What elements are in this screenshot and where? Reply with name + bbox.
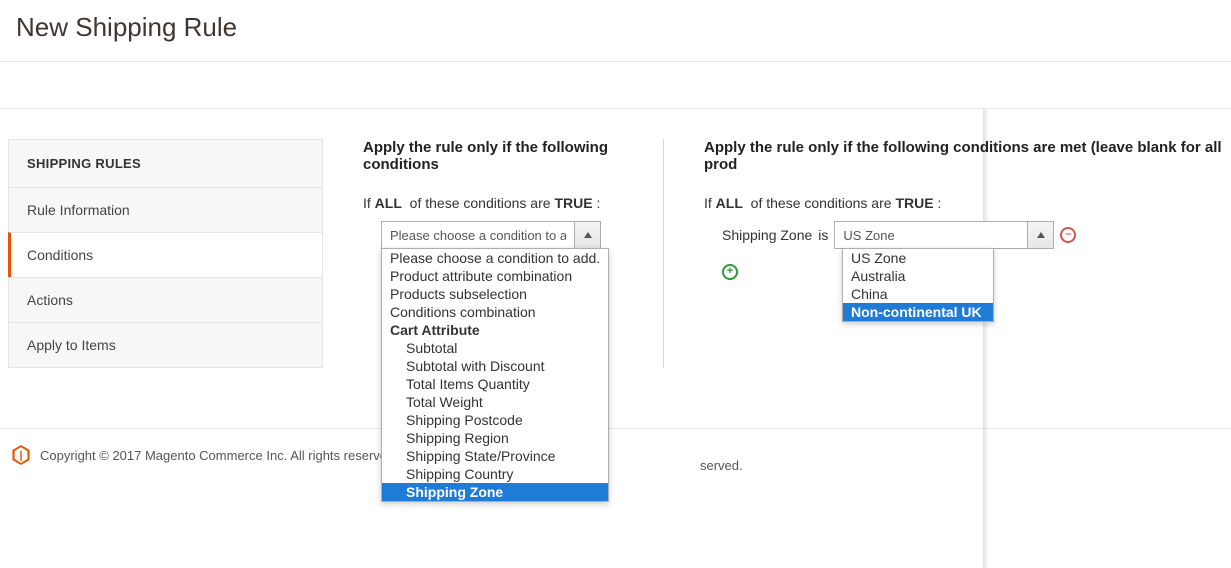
condition-operator[interactable]: is [818, 227, 828, 243]
cond-prefix: If [704, 195, 712, 211]
cond-mid: of these conditions are [751, 195, 892, 211]
dropdown-option[interactable]: Australia [843, 267, 993, 285]
chevron-up-icon [584, 232, 592, 238]
magento-logo-icon [12, 445, 30, 465]
condition-summary-left: If ALL of these conditions are TRUE : [363, 195, 663, 211]
sidebar-item-rule-information[interactable]: Rule Information [9, 187, 322, 232]
cond-all-toggle[interactable]: ALL [375, 195, 402, 211]
dropdown-option[interactable]: US Zone [843, 249, 993, 267]
zone-select-toggle[interactable] [1028, 221, 1054, 249]
sidebar-title: SHIPPING RULES [9, 140, 322, 187]
toolbar-spacer [0, 61, 1231, 109]
cond-prefix: If [363, 195, 371, 211]
conditions-panel-left: Apply the rule only if the following con… [323, 139, 663, 368]
condition-dropdown: Please choose a condition to add.Product… [381, 248, 609, 502]
condition-attribute[interactable]: Shipping Zone [722, 227, 812, 243]
sidebar: SHIPPING RULES Rule Information Conditio… [8, 139, 323, 368]
section-heading-left: Apply the rule only if the following con… [363, 139, 663, 173]
footer: Copyright © 2017 Magento Commerce Inc. A… [0, 428, 1231, 481]
dropdown-option[interactable]: Shipping Region [382, 429, 608, 447]
cond-mid: of these conditions are [410, 195, 551, 211]
cond-true-toggle[interactable]: TRUE [554, 195, 592, 211]
dropdown-option[interactable]: Subtotal [382, 339, 608, 357]
condition-select-wrap [381, 221, 601, 249]
conditions-panel-right: Apply the rule only if the following con… [663, 139, 1231, 368]
condition-select-toggle[interactable] [575, 221, 601, 249]
dropdown-option[interactable]: Conditions combination [382, 303, 608, 321]
dropdown-option[interactable]: Subtotal with Discount [382, 357, 608, 375]
page-title: New Shipping Rule [0, 0, 1231, 61]
dropdown-option[interactable]: Shipping Postcode [382, 411, 608, 429]
dropdown-option[interactable]: Shipping Country [382, 465, 608, 483]
sidebar-item-apply-to-items[interactable]: Apply to Items [9, 322, 322, 367]
dropdown-option[interactable]: Total Weight [382, 393, 608, 411]
dropdown-option[interactable]: Non-continental UK [843, 303, 993, 321]
main-content: SHIPPING RULES Rule Information Conditio… [0, 109, 1231, 368]
dropdown-option[interactable]: Products subselection [382, 285, 608, 303]
dropdown-option[interactable]: Total Items Quantity [382, 375, 608, 393]
condition-summary-right: If ALL of these conditions are TRUE : [704, 195, 1231, 211]
zone-select-input[interactable] [834, 221, 1028, 249]
dropdown-option[interactable]: Shipping State/Province [382, 447, 608, 465]
zone-select-wrap [834, 221, 1054, 249]
footer-fragment-right: served. [700, 458, 743, 473]
chevron-up-icon [1037, 232, 1045, 238]
add-condition-icon[interactable] [722, 264, 738, 280]
dropdown-option[interactable]: Shipping Zone [382, 483, 608, 501]
zone-dropdown: US ZoneAustraliaChinaNon-continental UK [842, 248, 994, 322]
condition-select-input[interactable] [381, 221, 575, 249]
cond-suffix: : [937, 195, 941, 211]
footer-copyright: Copyright © 2017 Magento Commerce Inc. A… [40, 448, 398, 463]
sidebar-item-actions[interactable]: Actions [9, 277, 322, 322]
cond-true-toggle[interactable]: TRUE [895, 195, 933, 211]
condition-row: Shipping Zone is US ZoneAustraliaChinaNo… [722, 221, 1231, 249]
dropdown-option[interactable]: Product attribute combination [382, 267, 608, 285]
cond-suffix: : [596, 195, 600, 211]
dropdown-option: Cart Attribute [382, 321, 608, 339]
section-heading-right: Apply the rule only if the following con… [704, 139, 1231, 173]
sidebar-item-conditions[interactable]: Conditions [8, 232, 322, 277]
remove-condition-icon[interactable] [1060, 227, 1076, 243]
dropdown-option[interactable]: China [843, 285, 993, 303]
dropdown-option[interactable]: Please choose a condition to add. [382, 249, 608, 267]
panels: Apply the rule only if the following con… [323, 139, 1231, 368]
cond-all-toggle[interactable]: ALL [716, 195, 743, 211]
